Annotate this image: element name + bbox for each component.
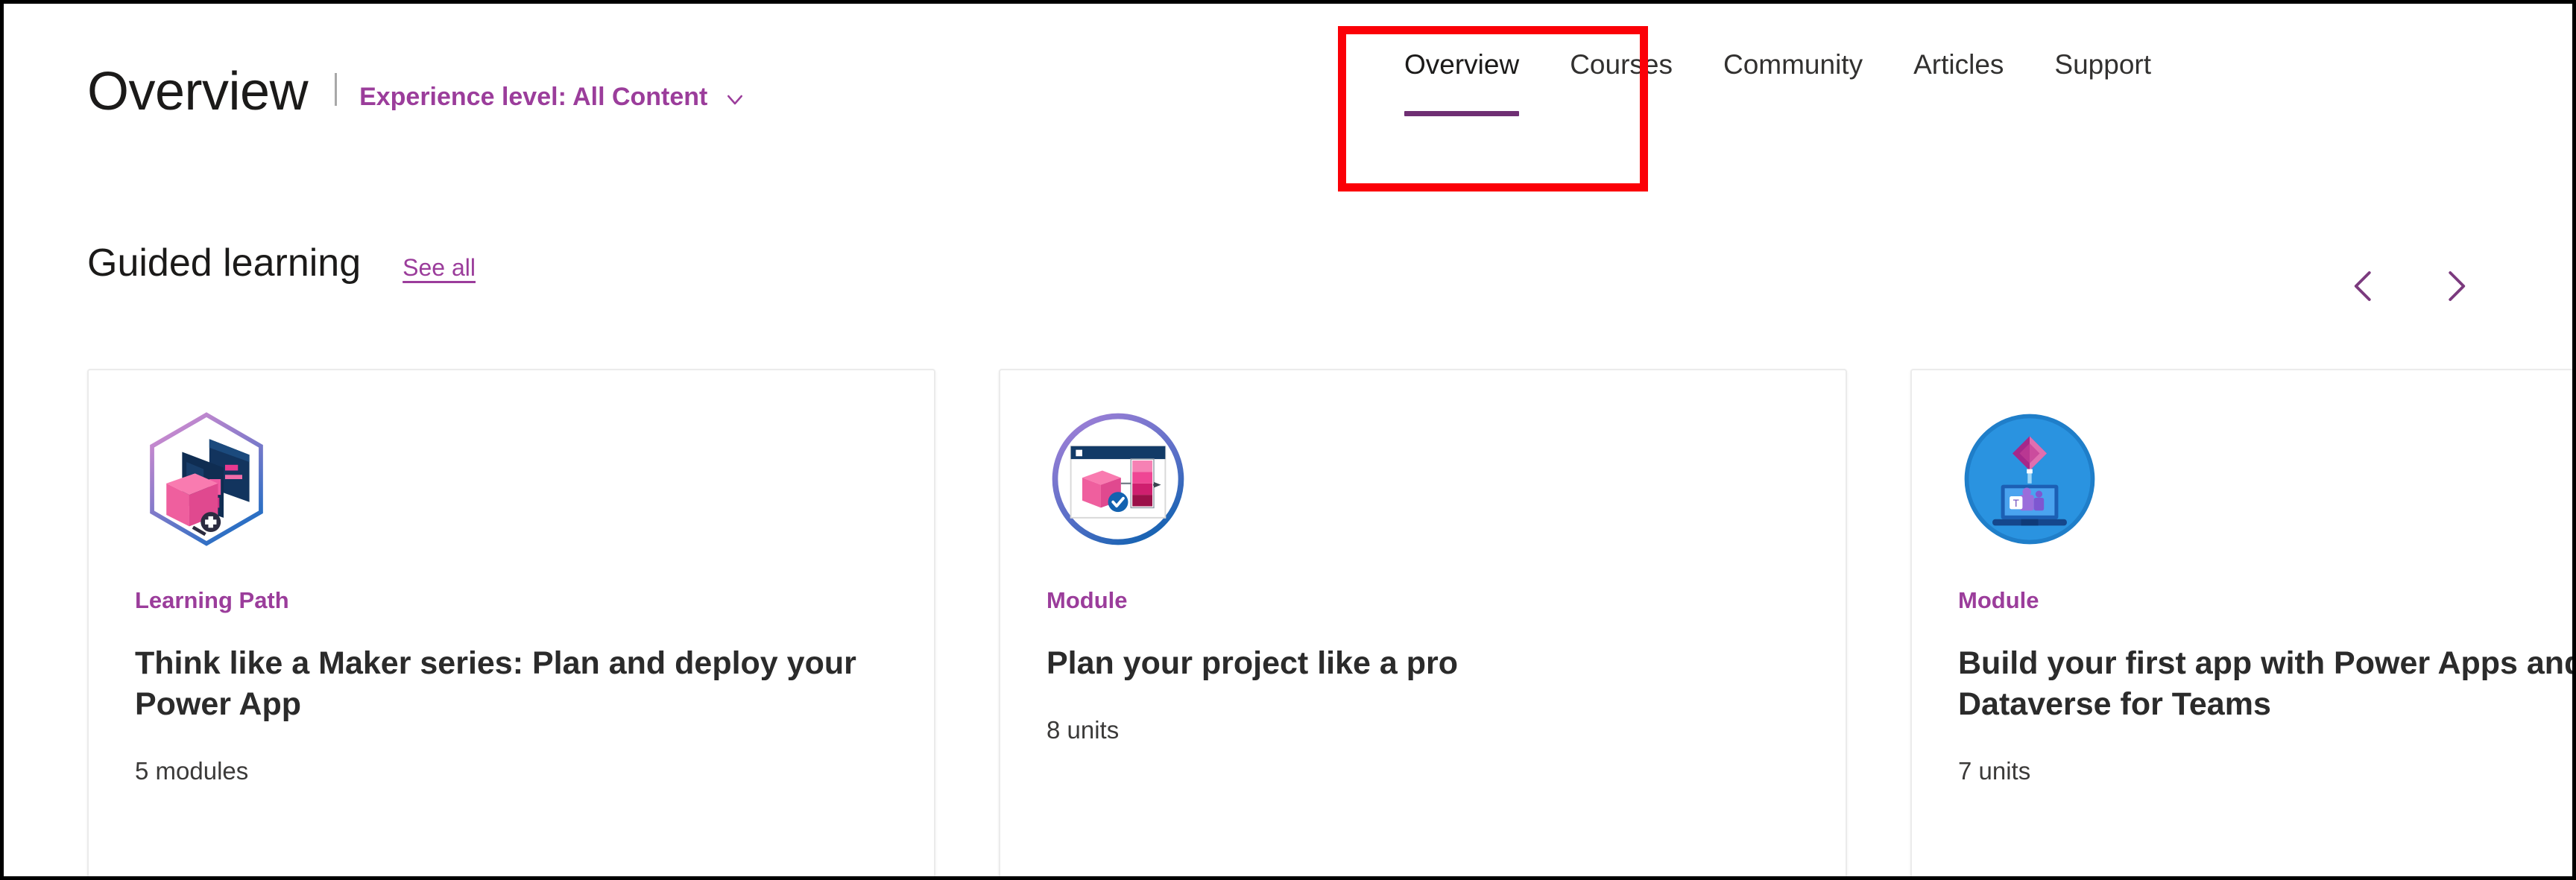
screenshot-frame: Overview Experience level: All Content O… (0, 0, 2576, 880)
tab-courses[interactable]: Courses (1544, 49, 1698, 80)
card-meta: 7 units (1958, 757, 2031, 785)
card-title: Think like a Maker series: Plan and depl… (135, 645, 856, 723)
tab-community[interactable]: Community (1698, 49, 1888, 80)
title-divider (335, 73, 338, 106)
section-title: Guided learning (87, 241, 362, 285)
page-header: Overview Experience level: All Content O… (4, 4, 2572, 191)
card-title: Build your first app with Power Apps and… (1958, 645, 2576, 723)
learning-card[interactable]: Module Plan your project like a pro 8 un… (999, 369, 1847, 876)
tab-support[interactable]: Support (2029, 49, 2176, 80)
module-circle-planning-icon (1046, 408, 1190, 551)
card-kicker: Module (1958, 587, 2039, 613)
card-kicker: Learning Path (135, 587, 289, 613)
learning-card[interactable]: T Module Build your first app with Power… (1910, 369, 2576, 876)
chevron-left-icon (2344, 266, 2384, 306)
learning-card[interactable]: Learning Path Think like a Maker series:… (87, 369, 935, 876)
card-meta: 5 modules (135, 757, 249, 785)
carousel-prev-button[interactable] (2344, 266, 2384, 306)
carousel-next-button[interactable] (2435, 266, 2475, 306)
chevron-right-icon (2435, 266, 2475, 306)
tab-articles[interactable]: Articles (1888, 49, 2029, 80)
title-group: Overview Experience level: All Content (87, 65, 746, 118)
card-kicker: Module (1046, 587, 1128, 613)
see-all-link[interactable]: See all (402, 254, 476, 282)
card-title: Plan your project like a pro (1046, 645, 1458, 682)
learning-path-hexagon-icon (135, 408, 278, 551)
carousel-controls (2344, 266, 2475, 306)
tab-overview-label: Overview (1404, 49, 1520, 80)
experience-level-dropdown[interactable]: Experience level: All Content (359, 83, 746, 112)
guided-learning-header: Guided learning See all (87, 244, 476, 282)
page-title: Overview (87, 62, 309, 121)
card-meta: 8 units (1046, 716, 1120, 744)
tab-active-underline (1404, 110, 1520, 116)
tab-articles-label: Articles (1913, 49, 2004, 80)
page-canvas: Overview Experience level: All Content O… (4, 4, 2572, 876)
chevron-down-icon (724, 89, 746, 111)
tab-courses-label: Courses (1570, 49, 1673, 80)
tab-overview[interactable]: Overview (1379, 49, 1544, 116)
svg-text:T: T (2013, 498, 2019, 509)
tab-community-label: Community (1723, 49, 1863, 80)
guided-learning-card-row: Learning Path Think like a Maker series:… (87, 369, 2576, 876)
experience-level-label: Experience level: All Content (359, 83, 708, 111)
module-circle-teams-dataverse-icon: T (1958, 408, 2101, 551)
tab-support-label: Support (2054, 49, 2151, 80)
primary-nav: Overview Courses Community Articles Supp… (1379, 49, 2176, 116)
